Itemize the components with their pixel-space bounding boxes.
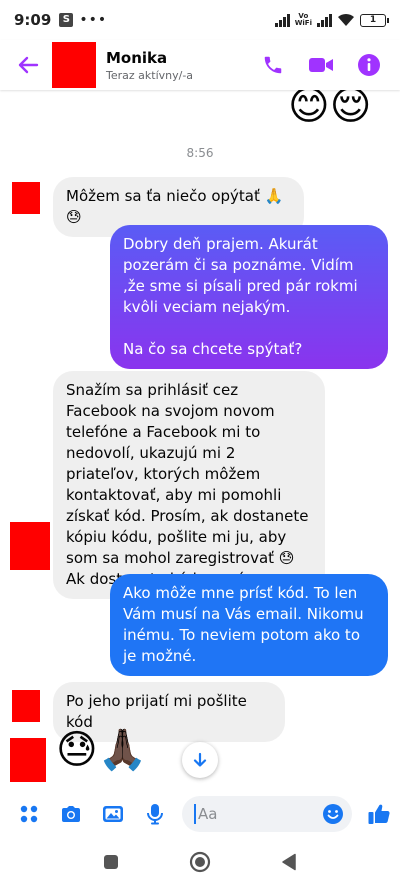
video-call-button[interactable] — [308, 52, 334, 78]
message-input-placeholder: Aa — [198, 805, 218, 823]
sender-avatar — [10, 522, 50, 570]
message-composer: Aa — [0, 790, 400, 838]
emoji-message: 😊😌 — [288, 90, 372, 129]
emoji-message[interactable]: 😓🙏🏿 — [56, 728, 148, 772]
wifi-icon — [338, 13, 354, 26]
microphone-icon — [147, 804, 163, 825]
conversation-header: Monika Teraz aktívny/-a — [0, 40, 400, 90]
sender-avatar — [12, 182, 40, 214]
message-timestamp: 8:56 — [186, 146, 214, 160]
recents-button[interactable] — [103, 854, 119, 874]
vowifi-icon: Vo WiFi — [294, 12, 312, 27]
back-button[interactable] — [8, 45, 48, 85]
signal-strength-icon-2 — [317, 13, 332, 27]
recents-square-icon — [104, 854, 118, 869]
gallery-icon — [103, 806, 123, 822]
contact-avatar[interactable] — [52, 42, 96, 88]
message-bubble-outgoing[interactable]: Dobry deň prajem. Akurát pozerám či sa p… — [110, 225, 388, 369]
contact-info[interactable]: Monika Teraz aktívny/-a — [106, 49, 193, 82]
text-caret — [194, 804, 196, 824]
emoji-picker-button[interactable] — [322, 803, 344, 829]
back-arrow-icon — [18, 56, 39, 74]
more-actions-button[interactable] — [16, 801, 42, 827]
camera-icon — [62, 806, 80, 822]
system-back-button[interactable] — [281, 853, 297, 875]
more-notifications-icon: ••• — [79, 12, 108, 28]
contact-status: Teraz aktívny/-a — [106, 68, 194, 82]
thumbs-up-icon — [368, 804, 390, 824]
sender-avatar — [12, 690, 40, 722]
scroll-to-bottom-button[interactable] — [182, 742, 218, 778]
sender-avatar — [10, 738, 46, 782]
conversation-info-button[interactable] — [356, 52, 382, 78]
signal-strength-icon — [274, 13, 290, 27]
app-notification-badge: S — [59, 13, 74, 27]
emoji-icon — [323, 804, 343, 824]
message-bubble-outgoing[interactable]: Ako môže mne prísť kód. To len Vám musí … — [110, 574, 388, 676]
gallery-button[interactable] — [100, 801, 126, 827]
system-navigation-bar — [0, 838, 400, 889]
audio-call-button[interactable] — [260, 52, 286, 78]
info-icon — [358, 54, 380, 76]
home-button[interactable] — [189, 851, 211, 877]
voice-message-button[interactable] — [142, 801, 168, 827]
home-circle-icon — [189, 851, 211, 872]
camera-button[interactable] — [58, 801, 84, 827]
back-triangle-icon — [282, 853, 296, 870]
message-list[interactable]: 😊😌 8:56 Môžem sa ťa niečo opýtať 🙏😓 Dobr… — [0, 90, 400, 790]
status-bar: 9:09 S ••• Vo WiFi 1 — [0, 0, 400, 40]
battery-icon: 1 — [360, 13, 389, 27]
like-button[interactable] — [366, 801, 392, 827]
message-bubble-incoming[interactable]: Snažím sa prihlásiť cez Facebook na svoj… — [53, 371, 325, 599]
video-camera-icon — [309, 58, 333, 72]
contact-name: Monika — [106, 48, 168, 67]
phone-icon — [264, 56, 282, 74]
apps-grid-icon — [20, 805, 38, 823]
status-time: 9:09 — [14, 11, 52, 29]
message-input[interactable]: Aa — [182, 796, 352, 832]
arrow-down-icon — [193, 752, 207, 767]
